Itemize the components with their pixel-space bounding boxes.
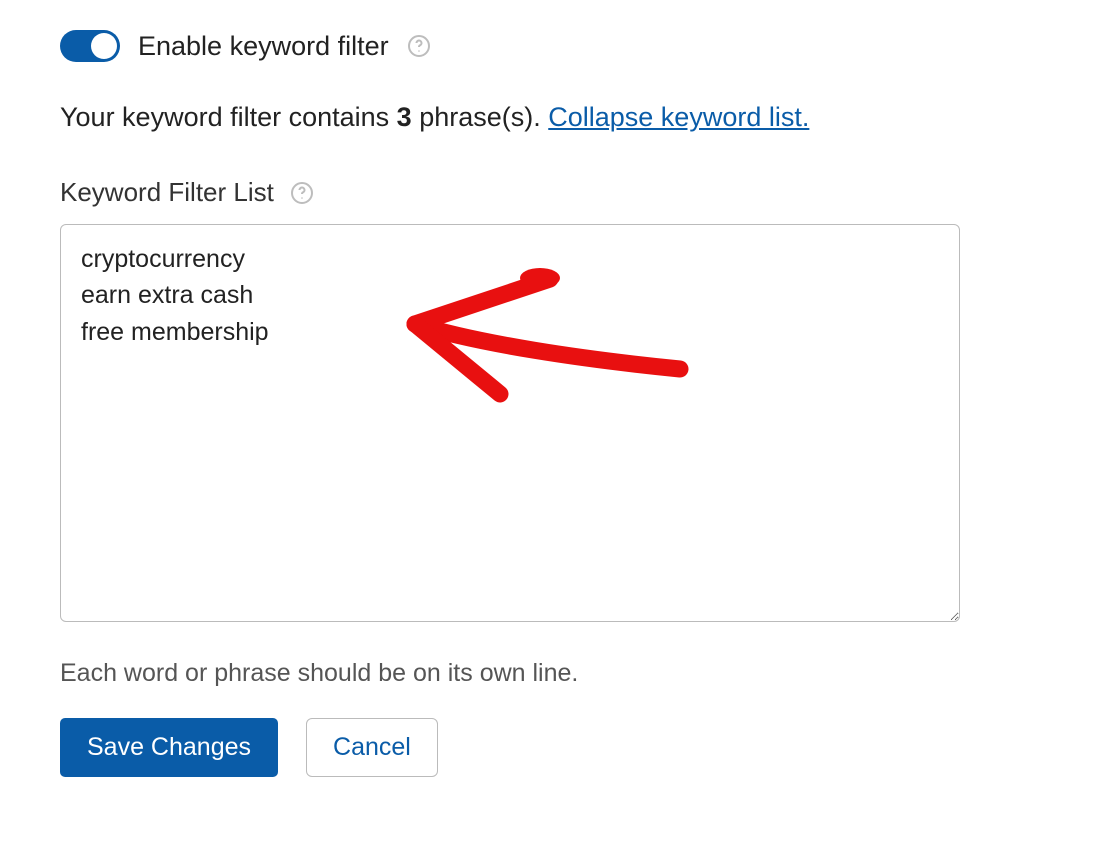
filter-summary-text: Your keyword filter contains 3 phrase(s)… bbox=[60, 102, 1056, 133]
enable-keyword-filter-label: Enable keyword filter bbox=[138, 31, 389, 62]
toggle-knob bbox=[91, 33, 117, 59]
cancel-button[interactable]: Cancel bbox=[306, 718, 438, 777]
save-changes-button[interactable]: Save Changes bbox=[60, 718, 278, 777]
summary-prefix: Your keyword filter contains bbox=[60, 102, 397, 132]
help-circle-icon[interactable] bbox=[290, 181, 314, 205]
help-circle-icon[interactable] bbox=[407, 34, 431, 58]
collapse-keyword-list-link[interactable]: Collapse keyword list. bbox=[548, 102, 809, 132]
enable-keyword-filter-toggle[interactable] bbox=[60, 30, 120, 62]
summary-count: 3 bbox=[397, 102, 412, 132]
keyword-filter-textarea[interactable] bbox=[60, 224, 960, 622]
keyword-list-helper-text: Each word or phrase should be on its own… bbox=[60, 659, 1056, 688]
summary-suffix: phrase(s). bbox=[412, 102, 549, 132]
keyword-filter-list-label: Keyword Filter List bbox=[60, 177, 274, 208]
